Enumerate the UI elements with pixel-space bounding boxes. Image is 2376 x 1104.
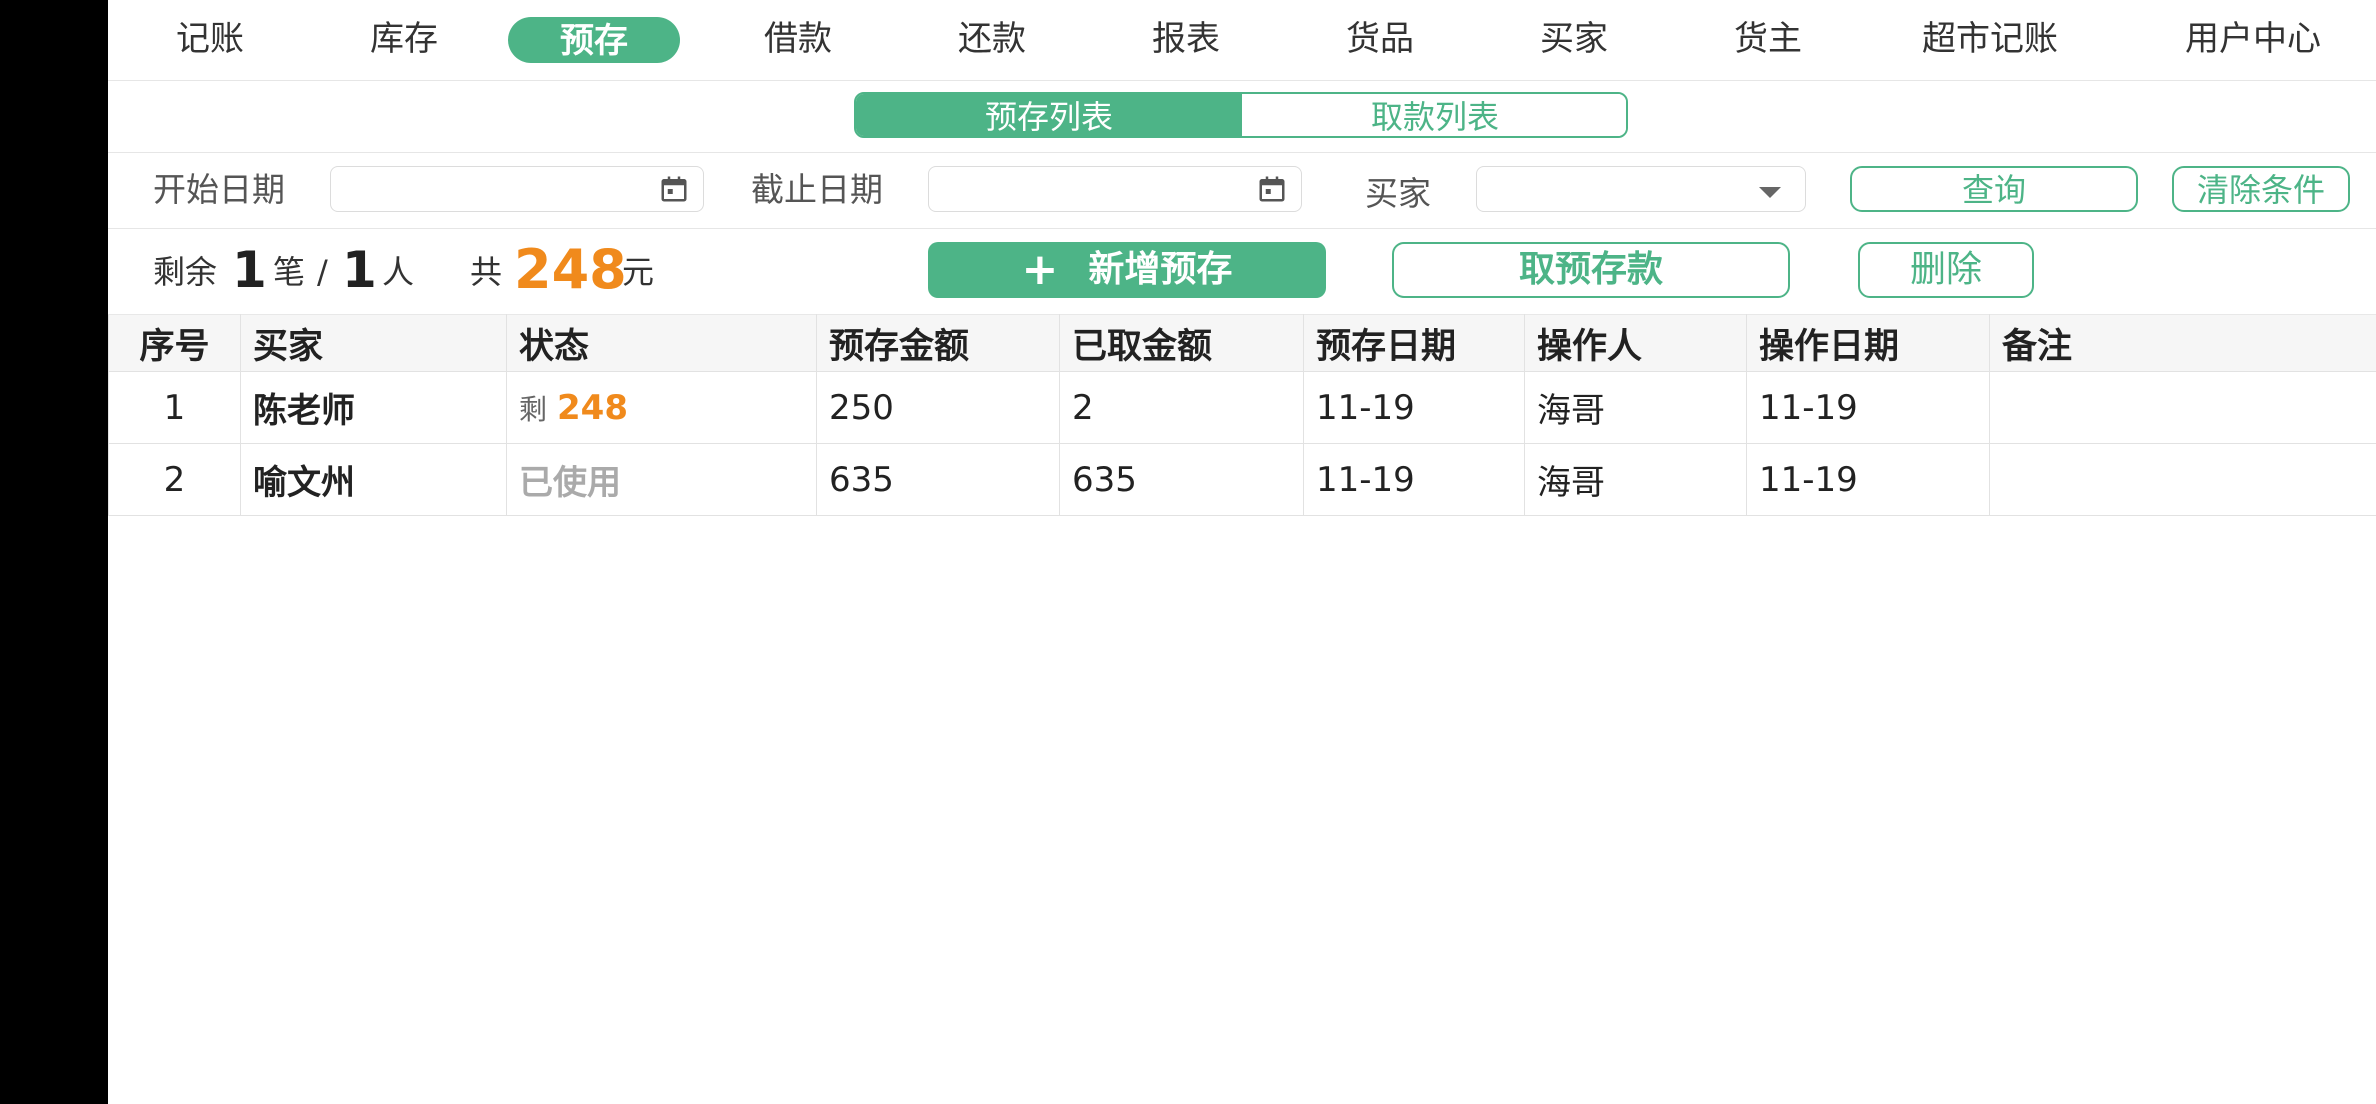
nav-item-loan[interactable]: 借款 <box>728 14 868 64</box>
count-unit: 笔 <box>273 253 306 291</box>
cell-op-date: 11-19 <box>1746 443 1990 516</box>
cell-deposit: 635 <box>816 443 1060 516</box>
col-header-withdrawn: 已取金额 <box>1059 314 1304 372</box>
total-prefix: 共 <box>470 253 503 291</box>
withdraw-prestore-button[interactable]: 取预存款 <box>1392 242 1790 298</box>
nav-item-report[interactable]: 报表 <box>1116 14 1256 64</box>
col-header-status: 状态 <box>506 314 817 372</box>
chevron-down-icon <box>1759 187 1781 198</box>
cell-operator: 海哥 <box>1524 371 1747 444</box>
buyer-label: 买家 <box>1365 174 1431 213</box>
cell-deposit-date: 11-19 <box>1303 443 1525 516</box>
subtab-group: 预存列表 取款列表 <box>854 92 1628 138</box>
remain-count: 1 <box>232 241 267 299</box>
nav-item-owners[interactable]: 货主 <box>1698 14 1838 64</box>
nav-item-supermarket[interactable]: 超市记账 <box>1900 14 2080 64</box>
separator: / <box>317 253 328 291</box>
people-count: 1 <box>342 241 377 299</box>
tab-prestore-list[interactable]: 预存列表 <box>856 94 1242 136</box>
add-prestore-label: 新增预存 <box>1088 249 1233 290</box>
add-prestore-button[interactable]: + 新增预存 <box>928 242 1326 298</box>
col-header-deposit: 预存金额 <box>816 314 1060 372</box>
end-date-input[interactable] <box>928 166 1302 212</box>
nav-item-user-center[interactable]: 用户中心 <box>2158 14 2348 64</box>
nav-item-goods[interactable]: 货品 <box>1310 14 1450 64</box>
start-date-label: 开始日期 <box>153 170 285 209</box>
col-header-buyer: 买家 <box>240 314 507 372</box>
filter-bar: 开始日期 截止日期 买家 查询 清除条件 <box>108 152 2376 229</box>
buyer-select[interactable] <box>1476 166 1806 212</box>
sub-tabs: 预存列表 取款列表 <box>108 80 2376 153</box>
plus-icon: + <box>1021 244 1059 295</box>
col-header-no: 序号 <box>108 314 241 372</box>
table-row[interactable]: 1 陈老师 剩 248 250 2 11-19 海哥 11-19 <box>108 371 2376 444</box>
nav-item-bookkeeping[interactable]: 记账 <box>150 14 270 64</box>
delete-button[interactable]: 删除 <box>1858 242 2034 298</box>
cell-op-date: 11-19 <box>1746 371 1990 444</box>
nav-item-prestore[interactable]: 预存 <box>508 17 680 63</box>
left-black-bar <box>0 0 108 1104</box>
cell-note <box>1989 371 2376 444</box>
calendar-icon[interactable] <box>659 174 689 204</box>
col-header-op-date: 操作日期 <box>1746 314 1990 372</box>
cell-withdrawn: 635 <box>1059 443 1304 516</box>
status-remain-value: 248 <box>557 387 628 428</box>
tab-withdraw-list[interactable]: 取款列表 <box>1242 94 1626 136</box>
end-date-label: 截止日期 <box>751 170 883 209</box>
nav-item-repay[interactable]: 还款 <box>922 14 1062 64</box>
cell-buyer: 陈老师 <box>240 371 507 444</box>
table-row[interactable]: 2 喻文州 已使用 635 635 11-19 海哥 11-19 <box>108 443 2376 516</box>
summary-bar: 剩余 1 笔 / 1 人 共 248 元 + 新增预存 取预存款 删除 <box>108 228 2376 314</box>
col-header-deposit-date: 预存日期 <box>1303 314 1525 372</box>
col-header-note: 备注 <box>1989 314 2376 372</box>
table-header-row: 序号 买家 状态 预存金额 已取金额 预存日期 操作人 操作日期 备注 <box>108 314 2376 372</box>
remain-prefix: 剩余 <box>153 253 218 291</box>
cell-status: 已使用 <box>506 443 817 516</box>
total-unit: 元 <box>622 253 655 291</box>
nav-item-buyers[interactable]: 买家 <box>1504 14 1644 64</box>
cell-no: 2 <box>108 443 241 516</box>
cell-deposit-date: 11-19 <box>1303 371 1525 444</box>
clear-conditions-button[interactable]: 清除条件 <box>2172 166 2350 212</box>
cell-no: 1 <box>108 371 241 444</box>
cell-buyer: 喻文州 <box>240 443 507 516</box>
cell-operator: 海哥 <box>1524 443 1747 516</box>
total-amount: 248 <box>514 238 627 301</box>
query-button[interactable]: 查询 <box>1850 166 2138 212</box>
people-unit: 人 <box>382 253 415 291</box>
cell-note <box>1989 443 2376 516</box>
nav-item-inventory[interactable]: 库存 <box>344 14 464 64</box>
start-date-input[interactable] <box>330 166 704 212</box>
status-remain-label: 剩 <box>519 392 548 426</box>
prestore-table: 序号 买家 状态 预存金额 已取金额 预存日期 操作人 操作日期 备注 1 陈老… <box>108 314 2376 516</box>
cell-deposit: 250 <box>816 371 1060 444</box>
col-header-operator: 操作人 <box>1524 314 1747 372</box>
app-window: 记账 库存 预存 借款 还款 报表 货品 买家 货主 超市记账 用户中心 预存列… <box>108 0 2376 1104</box>
calendar-icon[interactable] <box>1257 174 1287 204</box>
cell-status: 剩 248 <box>506 371 817 444</box>
cell-withdrawn: 2 <box>1059 371 1304 444</box>
top-nav: 记账 库存 预存 借款 还款 报表 货品 买家 货主 超市记账 用户中心 <box>108 0 2376 81</box>
